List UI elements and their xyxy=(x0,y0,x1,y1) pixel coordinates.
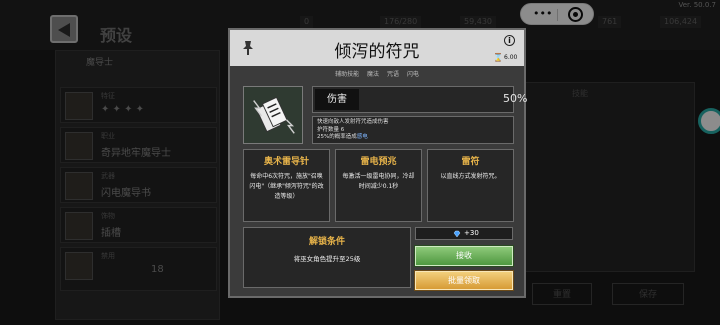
modifier-description: 每命中6次符咒，施放"召唤闪电"（继承"倾泻符咒"的改造等级） xyxy=(249,173,324,200)
damage-row: 伤害 50% xyxy=(312,86,527,113)
description-line: 快速向敌人发射符咒造成伤害 xyxy=(317,119,389,125)
modifier-title: 奥术雷导针 xyxy=(263,157,309,167)
modifier-card[interactable]: 奥术雷导针 每命中6次符咒，施放"召唤闪电"（继承"倾泻符咒"的改造等级） xyxy=(243,149,330,222)
batch-claim-button[interactable]: 批量领取 xyxy=(415,271,513,290)
skill-description: 快速向敌人发射符咒造成伤害 护符数量 6 25%的概率造成感电 xyxy=(312,116,514,144)
skill-tag: 魔法 xyxy=(367,71,380,78)
shock-keyword-link[interactable]: 感电 xyxy=(357,134,368,140)
modifier-description: 每激活一级雷电协同，冷却时间减少0.1秒 xyxy=(342,173,415,190)
description-prefix: 25%的概率造成 xyxy=(317,134,357,140)
skill-title: 倾泻的符咒 xyxy=(334,42,420,62)
description-line: 护符数量 6 xyxy=(317,126,345,133)
skill-detail-dialog: 倾泻的符咒 i ⌛ 6.00 辅助技能 魔法 咒语 闪电 伤害 50% 快速向敌… xyxy=(228,28,527,298)
modifier-description: 以直线方式发射符咒。 xyxy=(440,173,501,180)
gem-icon xyxy=(453,230,461,238)
skill-tags: 辅助技能 魔法 咒语 闪电 xyxy=(230,69,524,78)
unlock-condition: 将巫女角色提升至25级 xyxy=(293,255,361,263)
cooldown-value: 6.00 xyxy=(504,54,518,61)
reward-display: +30 xyxy=(415,227,513,240)
dialog-header: 倾泻的符咒 i ⌛ 6.00 xyxy=(230,30,524,66)
damage-value: 50% xyxy=(503,92,528,105)
skill-tag: 咒语 xyxy=(386,71,399,78)
modifier-title: 雷电预兆 xyxy=(360,157,397,167)
unlock-condition-box: 解锁条件 将巫女角色提升至25级 xyxy=(243,227,411,288)
skill-tag: 闪电 xyxy=(406,71,419,78)
damage-label: 伤害 xyxy=(315,89,359,110)
hourglass-icon: ⌛ xyxy=(493,53,503,62)
description-line: 25%的概率造成感电 xyxy=(317,134,509,142)
info-icon[interactable]: i xyxy=(504,35,515,46)
modifier-card[interactable]: 雷电预兆 每激活一级雷电协同，冷却时间减少0.1秒 xyxy=(335,149,422,222)
talisman-skill-icon xyxy=(243,86,303,144)
unlock-title: 解锁条件 xyxy=(308,237,345,247)
reward-amount: +30 xyxy=(464,229,479,237)
modifier-title: 雷符 xyxy=(461,157,480,167)
skill-tag: 辅助技能 xyxy=(335,71,360,78)
claim-button[interactable]: 接收 xyxy=(415,246,513,266)
modifier-card[interactable]: 雷符 以直线方式发射符咒。 xyxy=(427,149,514,222)
